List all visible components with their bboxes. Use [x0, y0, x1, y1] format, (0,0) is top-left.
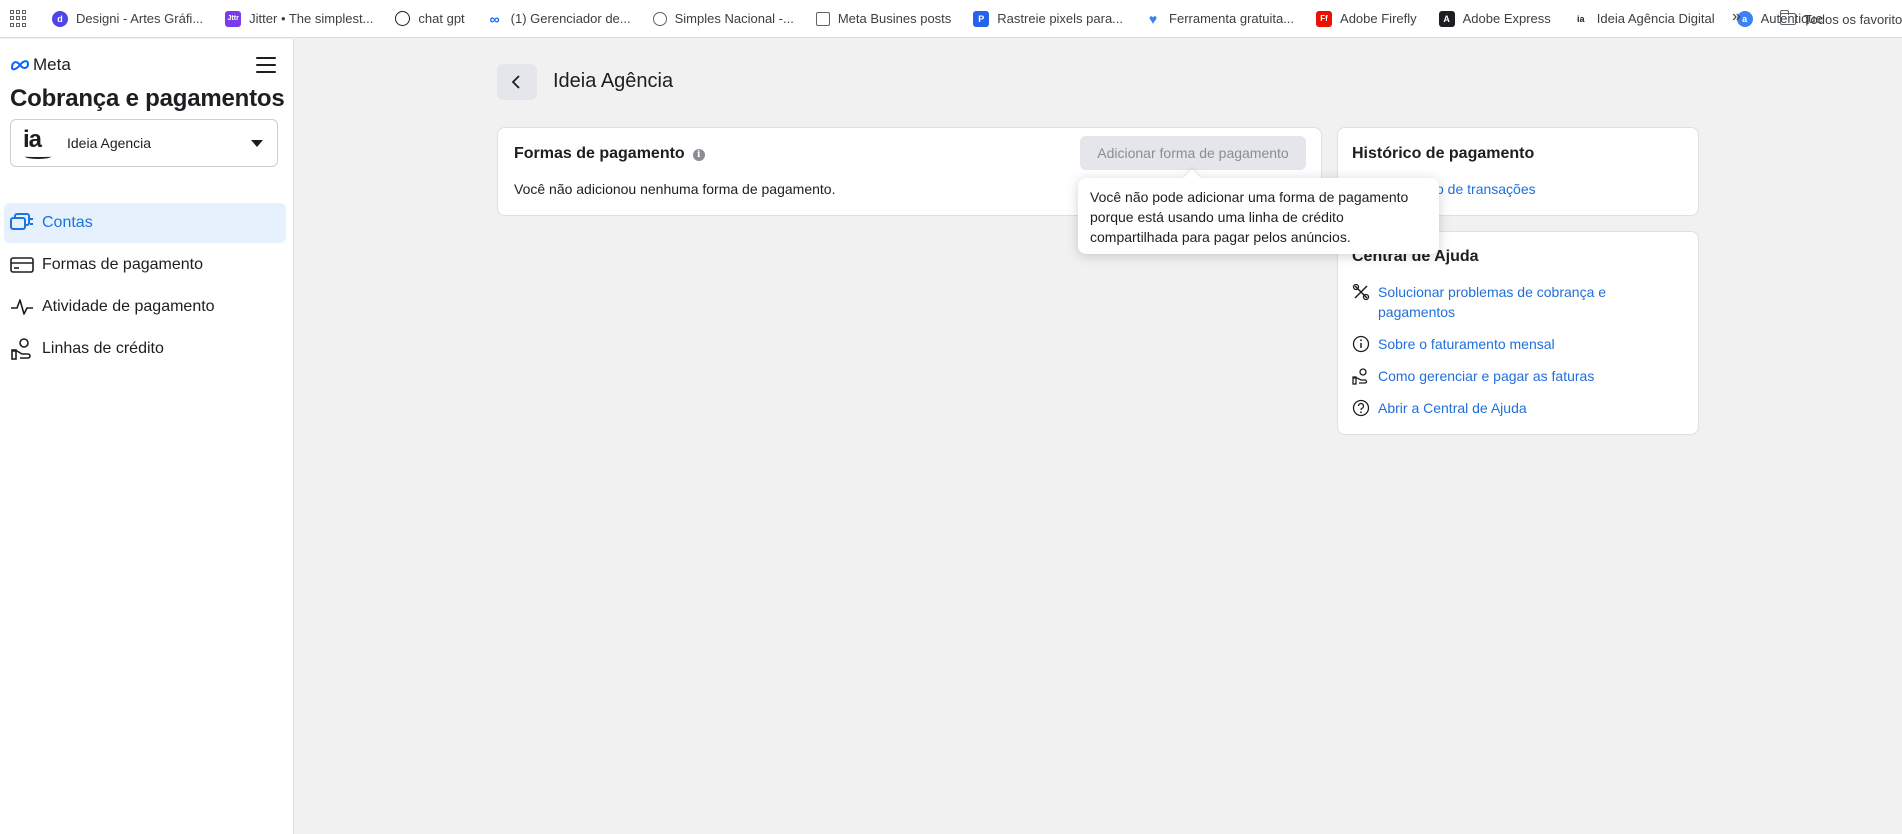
- payment-history-title: Histórico de pagamento: [1352, 145, 1535, 162]
- meta-brand-text: Meta: [33, 55, 71, 74]
- help-link-label: Como gerenciar e pagar as faturas: [1378, 368, 1595, 384]
- bookmark-ferramenta-gratuita[interactable]: ♥ Ferramenta gratuita...: [1145, 11, 1294, 27]
- bookmark-rastreie-pixels[interactable]: P Rastreie pixels para...: [973, 10, 1124, 27]
- sidebar-nav: Contas Formas de pagamento Atividade de …: [4, 203, 286, 371]
- meta-icon: ∞: [489, 10, 500, 27]
- bookmark-label: Meta Busines posts: [837, 11, 952, 26]
- bookmark-gerenciador[interactable]: ∞ (1) Gerenciador de...: [487, 11, 631, 27]
- bookmark-label: Ideia Agência Digital: [1596, 11, 1715, 26]
- tools-icon: [1352, 283, 1370, 301]
- jitter-icon: Jttr: [225, 10, 242, 27]
- bookmark-jitter[interactable]: Jttr Jitter • The simplest...: [225, 10, 374, 27]
- menu-hamburger-icon[interactable]: [256, 57, 276, 73]
- bookmark-label: Rastreie pixels para...: [997, 11, 1124, 26]
- payment-methods-title: Formas de pagamento i: [514, 145, 705, 163]
- credit-line-icon: [10, 337, 34, 361]
- help-link-label: Solucionar problemas de cobrança e pagam…: [1378, 284, 1607, 320]
- payment-methods-title-text: Formas de pagamento: [514, 145, 685, 162]
- bookmark-label: Designi - Artes Gráfi...: [76, 11, 204, 26]
- sidebar-item-formas-de-pagamento[interactable]: Formas de pagamento: [4, 245, 286, 285]
- bookmark-label: Adobe Express: [1462, 11, 1551, 26]
- bookmark-label: chat gpt: [418, 11, 465, 26]
- bookmark-adobe-express[interactable]: A Adobe Express: [1438, 10, 1551, 27]
- sidebar-item-label: Contas: [42, 214, 93, 231]
- caret-down-icon: [251, 140, 263, 147]
- sidebar-item-linhas-de-credito[interactable]: Linhas de crédito: [4, 329, 286, 369]
- bookmark-label: Ferramenta gratuita...: [1169, 11, 1295, 26]
- help-link-open-help-center[interactable]: Abrir a Central de Ajuda: [1352, 398, 1527, 418]
- info-circle-icon: [1352, 335, 1370, 353]
- apps-grid-icon[interactable]: [10, 9, 28, 28]
- account-name: Ideia Agencia: [67, 135, 152, 151]
- add-payment-disabled-tooltip: Você não pode adicionar uma forma de pag…: [1078, 178, 1439, 254]
- help-center-card: Central de Ajuda Solucionar problemas de…: [1337, 231, 1699, 435]
- sidebar-item-label: Atividade de pagamento: [42, 298, 215, 315]
- all-bookmarks-folder[interactable]: Todos os favoritos: [1779, 0, 1902, 38]
- credit-card-icon: [10, 253, 34, 277]
- sidebar-item-contas[interactable]: Contas: [4, 203, 286, 243]
- page-title: Ideia Agência: [553, 70, 674, 92]
- ideia-icon: ia: [1577, 13, 1585, 24]
- help-link-troubleshoot[interactable]: Solucionar problemas de cobrança e pagam…: [1352, 282, 1628, 322]
- hand-money-icon: [1352, 367, 1370, 385]
- chevron-left-icon: [511, 75, 520, 89]
- help-link-label: Abrir a Central de Ajuda: [1378, 400, 1527, 416]
- designi-icon: d: [52, 10, 68, 27]
- meta-logo-icon: [10, 60, 30, 71]
- bookmark-label: Simples Nacional -...: [674, 11, 794, 26]
- folder-label: Todos os favoritos: [1804, 11, 1902, 27]
- help-link-invoices[interactable]: Como gerenciar e pagar as faturas: [1352, 366, 1594, 386]
- account-logo: ia: [23, 127, 55, 159]
- page-section-title: Cobrança e pagamentos: [10, 85, 285, 112]
- sidebar-item-label: Formas de pagamento: [42, 256, 203, 273]
- sidebar-item-label: Linhas de crédito: [42, 340, 164, 357]
- empty-payment-methods-text: Você não adicionou nenhuma forma de paga…: [514, 181, 836, 197]
- bookmarks-bar: d Designi - Artes Gráfi... Jttr Jitter •…: [0, 0, 1902, 38]
- help-link-monthly-billing[interactable]: Sobre o faturamento mensal: [1352, 334, 1555, 354]
- add-payment-method-button[interactable]: Adicionar forma de pagamento: [1080, 136, 1306, 170]
- info-icon[interactable]: i: [692, 149, 705, 161]
- question-icon: [1352, 399, 1370, 417]
- bookmark-label: (1) Gerenciador de...: [510, 11, 631, 26]
- bookmark-ideia-agencia-digital[interactable]: ia Ideia Agência Digital: [1573, 11, 1715, 27]
- meta-logo[interactable]: Meta: [10, 55, 71, 75]
- heart-icon: ♥: [1148, 10, 1158, 27]
- activity-icon: [10, 295, 34, 319]
- bookmark-label: Adobe Firefly: [1340, 11, 1417, 26]
- page-icon: [815, 11, 830, 26]
- sidebar-item-atividade-de-pagamento[interactable]: Atividade de pagamento: [4, 287, 286, 327]
- accounts-icon: [10, 211, 34, 235]
- pixel-icon: P: [973, 10, 990, 27]
- openai-icon: [395, 11, 411, 26]
- more-bookmarks-chevron-icon[interactable]: »: [1732, 8, 1741, 26]
- globe-icon: [652, 11, 667, 26]
- bookmark-label: Jitter • The simplest...: [249, 11, 374, 26]
- folder-icon: [1779, 10, 1796, 25]
- adobe-express-icon: A: [1438, 10, 1455, 27]
- sidebar: Meta Cobrança e pagamentos ia Ideia Agen…: [0, 39, 294, 834]
- account-selector[interactable]: ia Ideia Agencia: [10, 119, 278, 167]
- bookmark-adobe-firefly[interactable]: Ff Adobe Firefly: [1316, 10, 1417, 27]
- transaction-history-link[interactable]: co de transações: [1429, 181, 1536, 197]
- bookmark-meta-busines-posts[interactable]: Meta Busines posts: [815, 11, 952, 26]
- help-link-label: Sobre o faturamento mensal: [1378, 336, 1555, 352]
- bookmark-simples-nacional[interactable]: Simples Nacional -...: [652, 11, 794, 26]
- firefly-icon: Ff: [1316, 10, 1333, 27]
- bookmark-chatgpt[interactable]: chat gpt: [395, 11, 465, 26]
- back-button[interactable]: [497, 64, 537, 100]
- bookmark-designi[interactable]: d Designi - Artes Gráfi...: [52, 10, 204, 27]
